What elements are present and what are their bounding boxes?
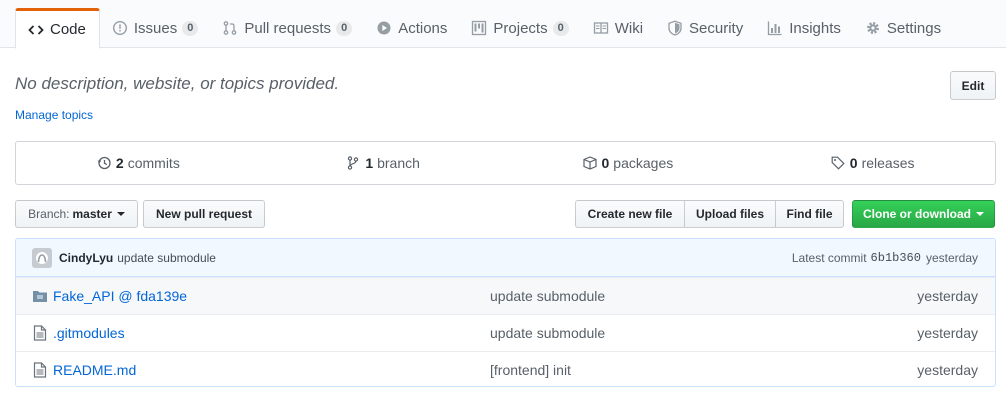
tab-label: Settings xyxy=(886,19,942,37)
tab-label: Code xyxy=(50,21,86,38)
commit-sha[interactable]: 6b1b360 xyxy=(871,251,921,265)
commit-age: yesterday xyxy=(925,250,978,265)
tab-label: Actions xyxy=(398,19,448,37)
tab-label: Projects xyxy=(493,19,548,37)
manage-topics-link[interactable]: Manage topics xyxy=(15,108,93,122)
releases-label: releases xyxy=(861,155,915,171)
tab-security[interactable]: Security xyxy=(655,8,755,48)
commit-tease: CindyLyu update submodule Latest commit … xyxy=(16,239,995,277)
history-icon xyxy=(97,156,111,170)
packages-count: 0 xyxy=(601,155,610,171)
branches-count: 1 xyxy=(365,155,374,171)
gear-icon xyxy=(865,20,881,36)
commit-author[interactable]: CindyLyu xyxy=(59,251,113,265)
tab-label: Security xyxy=(689,19,744,37)
upload-files-button[interactable]: Upload files xyxy=(684,200,776,228)
tab-issues[interactable]: Issues 0 xyxy=(100,8,210,48)
tab-label: Insights xyxy=(789,19,841,37)
file-commit-message[interactable]: [frontend] init xyxy=(490,362,917,378)
commit-message[interactable]: update submodule xyxy=(117,251,216,265)
issue-icon xyxy=(112,20,128,36)
tab-actions[interactable]: Actions xyxy=(364,8,459,48)
file-icon xyxy=(32,325,48,341)
file-actions-group: Create new file Upload files Find file xyxy=(575,200,844,228)
pull-request-icon xyxy=(222,20,238,36)
tab-insights[interactable]: Insights xyxy=(755,8,853,48)
commits-link[interactable]: 2 commits xyxy=(16,142,261,184)
file-wrap: CindyLyu update submodule Latest commit … xyxy=(15,238,996,387)
issues-counter: 0 xyxy=(182,20,199,36)
branch-select-button[interactable]: Branch: master xyxy=(15,200,138,228)
table-row: Fake_API @ fda139e update submodule yest… xyxy=(16,277,995,314)
file-age: yesterday xyxy=(917,288,978,304)
releases-link[interactable]: 0 releases xyxy=(750,142,995,184)
packages-link[interactable]: 0 packages xyxy=(506,142,751,184)
branch-name: master xyxy=(72,207,112,221)
book-icon xyxy=(593,20,609,36)
shield-icon xyxy=(667,20,683,36)
package-icon xyxy=(582,156,597,170)
tag-icon xyxy=(831,156,845,170)
commit-meta: Latest commit 6b1b360 yesterday xyxy=(792,251,978,265)
file-name-link[interactable]: Fake_API @ fda139e xyxy=(53,288,490,304)
table-row: README.md [frontend] init yesterday xyxy=(16,351,995,386)
packages-label: packages xyxy=(613,155,674,171)
graph-icon xyxy=(767,20,783,36)
numbers-summary: 2 commits 1 branch 0 packages 0 releases xyxy=(15,141,996,185)
commits-count: 2 xyxy=(115,155,124,171)
clone-or-download-button[interactable]: Clone or download xyxy=(852,200,995,228)
tab-label: Issues xyxy=(133,19,178,37)
table-row: .gitmodules update submodule yesterday xyxy=(16,314,995,351)
tab-settings[interactable]: Settings xyxy=(853,8,953,48)
create-new-file-button[interactable]: Create new file xyxy=(575,200,685,228)
submodule-icon xyxy=(32,288,48,304)
avatar-identicon-icon xyxy=(36,251,48,264)
pull-requests-counter: 0 xyxy=(336,20,353,36)
avatar[interactable] xyxy=(32,247,52,268)
latest-commit-label: Latest commit xyxy=(791,250,867,265)
branch-prefix: Branch: xyxy=(28,207,70,221)
file-age: yesterday xyxy=(917,325,978,341)
projects-counter: 0 xyxy=(552,20,569,36)
project-icon xyxy=(471,20,487,36)
chevron-down-icon xyxy=(116,212,125,216)
code-icon xyxy=(28,22,44,38)
file-age: yesterday xyxy=(917,362,978,378)
repo-tabs: Code Issues 0 Pull requests 0 Actions Pr… xyxy=(15,8,953,49)
releases-count: 0 xyxy=(849,155,858,171)
clone-label: Clone or download xyxy=(863,207,971,221)
repo-description: No description, website, or topics provi… xyxy=(15,74,340,93)
file-name-link[interactable]: README.md xyxy=(53,362,490,378)
file-icon xyxy=(32,362,48,378)
file-name-link[interactable]: .gitmodules xyxy=(53,325,490,341)
tab-label: Wiki xyxy=(614,19,644,37)
repo-nav: Code Issues 0 Pull requests 0 Actions Pr… xyxy=(0,0,1006,49)
new-pull-request-button[interactable]: New pull request xyxy=(143,200,265,228)
file-commit-message[interactable]: update submodule xyxy=(490,325,917,341)
tab-code[interactable]: Code xyxy=(15,8,100,49)
tab-projects[interactable]: Projects 0 xyxy=(459,8,580,48)
commits-label: commits xyxy=(127,155,180,171)
branches-label: branch xyxy=(377,155,420,171)
git-branch-icon xyxy=(348,156,359,170)
play-icon xyxy=(376,20,392,36)
chevron-down-icon xyxy=(976,212,984,216)
edit-description-button[interactable]: Edit xyxy=(950,71,996,100)
file-commit-message[interactable]: update submodule xyxy=(490,288,917,304)
tab-label: Pull requests xyxy=(244,19,332,37)
branches-link[interactable]: 1 branch xyxy=(261,142,506,184)
find-file-button[interactable]: Find file xyxy=(775,200,844,228)
tab-wiki[interactable]: Wiki xyxy=(581,8,655,48)
tab-pull-requests[interactable]: Pull requests 0 xyxy=(210,8,364,48)
